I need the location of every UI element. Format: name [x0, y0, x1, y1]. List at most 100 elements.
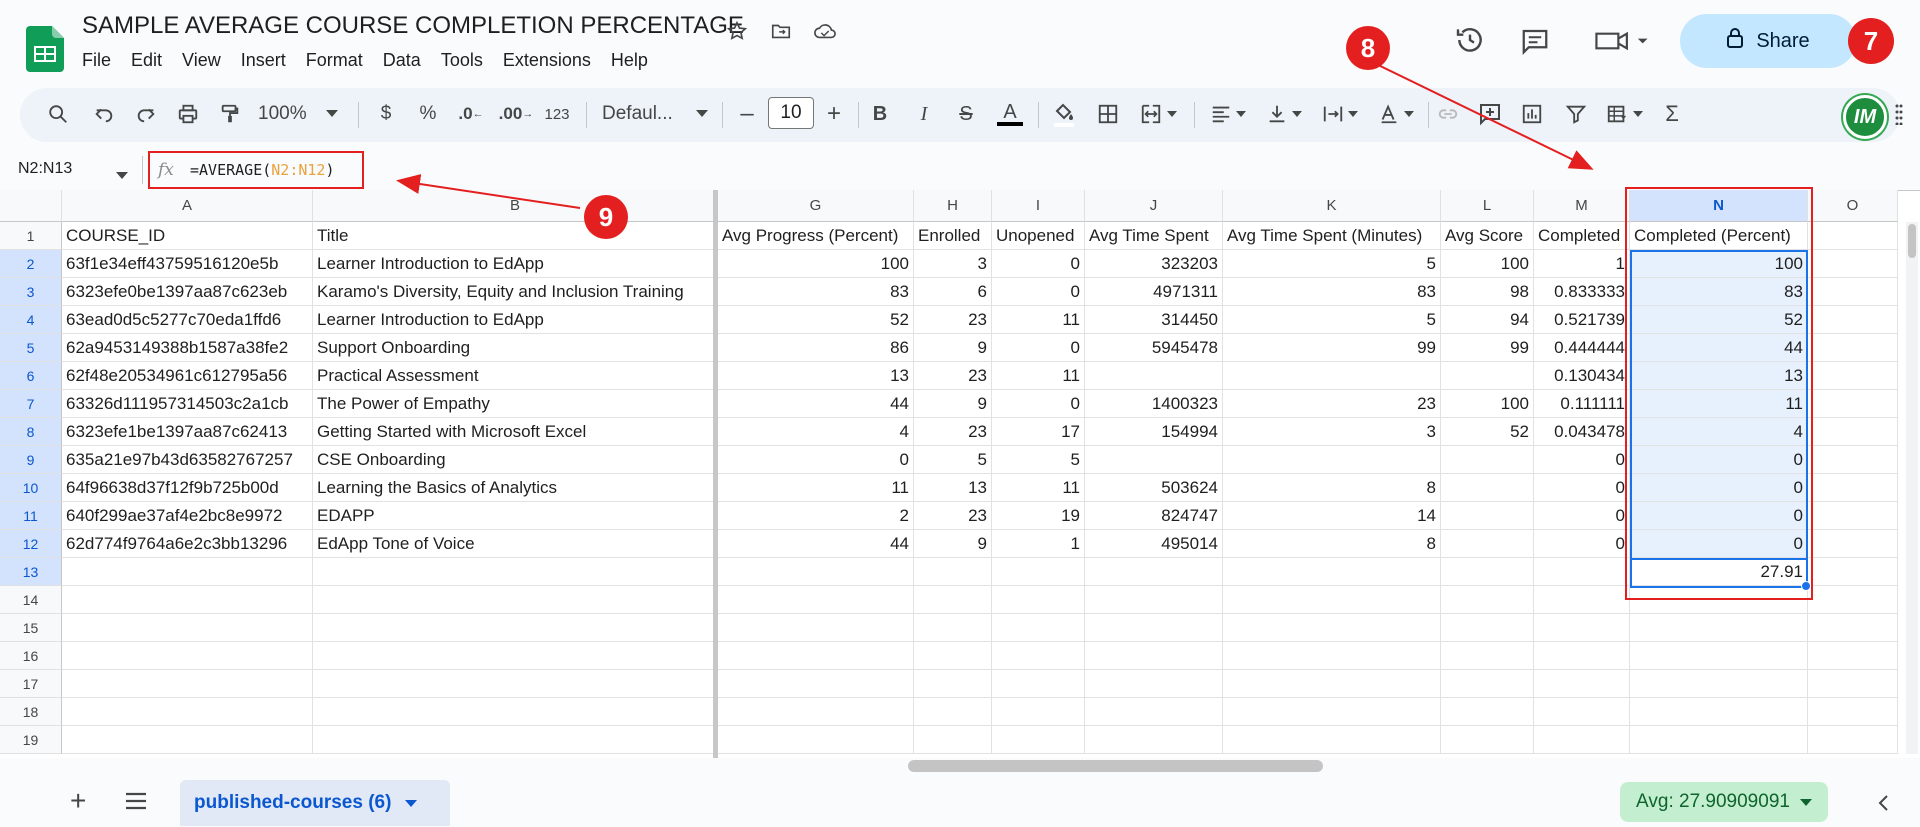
menu-data[interactable]: Data — [383, 50, 433, 71]
cell-o18[interactable] — [1808, 698, 1898, 726]
cell-n18[interactable] — [1630, 698, 1808, 726]
cell-a9[interactable]: 635a21e97b43d63582767257 — [62, 446, 313, 474]
move-folder-icon[interactable] — [766, 16, 796, 46]
cell-m6[interactable]: 0.130434 — [1534, 362, 1630, 390]
cell-j6[interactable] — [1085, 362, 1223, 390]
search-menus-icon[interactable] — [42, 96, 74, 132]
cell-l14[interactable] — [1441, 586, 1534, 614]
cell-a5[interactable]: 62a9453149388b1587a38fe2 — [62, 334, 313, 362]
text-rotation-button[interactable] — [1372, 96, 1420, 132]
cell-g7[interactable]: 44 — [718, 390, 914, 418]
cell-k14[interactable] — [1223, 586, 1441, 614]
cell-b12[interactable]: EdApp Tone of Voice — [313, 530, 718, 558]
row-header-8[interactable]: 8 — [0, 418, 62, 446]
row-header-19[interactable]: 19 — [0, 726, 62, 754]
cell-g19[interactable] — [718, 726, 914, 754]
cell-b16[interactable] — [313, 642, 718, 670]
paint-format-icon[interactable] — [214, 96, 246, 132]
cell-g8[interactable]: 4 — [718, 418, 914, 446]
italic-button[interactable]: I — [910, 96, 938, 132]
meet-video-icon[interactable] — [1594, 26, 1650, 61]
cell-n5[interactable]: 44 — [1630, 334, 1808, 362]
fill-color-icon[interactable] — [1048, 96, 1080, 132]
header-cell-a[interactable]: COURSE_ID — [62, 222, 313, 250]
menu-format[interactable]: Format — [306, 50, 375, 71]
filter-icon[interactable] — [1560, 96, 1592, 132]
cell-k9[interactable] — [1223, 446, 1441, 474]
cell-i9[interactable]: 5 — [992, 446, 1085, 474]
sheets-logo-icon[interactable] — [26, 26, 64, 72]
cell-n12[interactable]: 0 — [1630, 530, 1808, 558]
row-header-12[interactable]: 12 — [0, 530, 62, 558]
row-header-1[interactable]: 1 — [0, 222, 62, 250]
column-header-i[interactable]: I — [992, 190, 1085, 222]
undo-icon[interactable] — [88, 96, 120, 132]
cell-l5[interactable]: 99 — [1441, 334, 1534, 362]
redo-icon[interactable] — [130, 96, 162, 132]
cell-l7[interactable]: 100 — [1441, 390, 1534, 418]
cell-o4[interactable] — [1808, 306, 1898, 334]
menu-tools[interactable]: Tools — [441, 50, 495, 71]
cell-h5[interactable]: 9 — [914, 334, 992, 362]
column-header-a[interactable]: A — [62, 190, 313, 222]
cell-h14[interactable] — [914, 586, 992, 614]
header-cell-n[interactable]: Completed (Percent) — [1630, 222, 1808, 250]
row-header-9[interactable]: 9 — [0, 446, 62, 474]
cell-j7[interactable]: 1400323 — [1085, 390, 1223, 418]
cell-k10[interactable]: 8 — [1223, 474, 1441, 502]
column-header-o[interactable]: O — [1808, 190, 1898, 222]
cell-j12[interactable]: 495014 — [1085, 530, 1223, 558]
increase-font-size-button[interactable]: + — [820, 96, 848, 132]
fill-handle[interactable] — [1801, 581, 1811, 591]
cell-j14[interactable] — [1085, 586, 1223, 614]
cell-i17[interactable] — [992, 670, 1085, 698]
cell-k3[interactable]: 83 — [1223, 278, 1441, 306]
cell-h12[interactable]: 9 — [914, 530, 992, 558]
cell-j10[interactable]: 503624 — [1085, 474, 1223, 502]
cell-n6[interactable]: 13 — [1630, 362, 1808, 390]
cell-h10[interactable]: 13 — [914, 474, 992, 502]
cell-m19[interactable] — [1534, 726, 1630, 754]
frozen-column-divider[interactable] — [713, 190, 718, 758]
cell-h11[interactable]: 23 — [914, 502, 992, 530]
row-header-11[interactable]: 11 — [0, 502, 62, 530]
cell-l11[interactable] — [1441, 502, 1534, 530]
cell-o10[interactable] — [1808, 474, 1898, 502]
cell-i15[interactable] — [992, 614, 1085, 642]
cell-o8[interactable] — [1808, 418, 1898, 446]
cell-j18[interactable] — [1085, 698, 1223, 726]
cell-g17[interactable] — [718, 670, 914, 698]
cell-h4[interactable]: 23 — [914, 306, 992, 334]
cell-l8[interactable]: 52 — [1441, 418, 1534, 446]
formula-input[interactable]: =AVERAGE(N2:N12) — [190, 161, 335, 179]
header-cell-o[interactable] — [1808, 222, 1898, 250]
cell-j8[interactable]: 154994 — [1085, 418, 1223, 446]
insert-link-icon[interactable] — [1432, 96, 1464, 132]
row-header-15[interactable]: 15 — [0, 614, 62, 642]
cell-k15[interactable] — [1223, 614, 1441, 642]
menu-view[interactable]: View — [182, 50, 233, 71]
cell-l6[interactable] — [1441, 362, 1534, 390]
cell-i7[interactable]: 0 — [992, 390, 1085, 418]
cell-a19[interactable] — [62, 726, 313, 754]
header-cell-l[interactable]: Avg Score — [1441, 222, 1534, 250]
cell-l13[interactable] — [1441, 558, 1534, 586]
cell-n8[interactable]: 4 — [1630, 418, 1808, 446]
cell-g11[interactable]: 2 — [718, 502, 914, 530]
cell-m12[interactable]: 0 — [1534, 530, 1630, 558]
cell-o3[interactable] — [1808, 278, 1898, 306]
cell-k11[interactable]: 14 — [1223, 502, 1441, 530]
cell-h2[interactable]: 3 — [914, 250, 992, 278]
merge-cells-button[interactable] — [1134, 96, 1182, 132]
cell-o9[interactable] — [1808, 446, 1898, 474]
text-color-button[interactable]: A — [994, 96, 1026, 132]
cell-k6[interactable] — [1223, 362, 1441, 390]
cell-g18[interactable] — [718, 698, 914, 726]
cell-m14[interactable] — [1534, 586, 1630, 614]
vertical-scrollbar[interactable] — [1906, 222, 1918, 754]
cell-h18[interactable] — [914, 698, 992, 726]
cell-j5[interactable]: 5945478 — [1085, 334, 1223, 362]
bold-button[interactable]: B — [866, 96, 894, 132]
menu-help[interactable]: Help — [611, 50, 660, 71]
cell-a11[interactable]: 640f299ae37af4e2bc8e9972 — [62, 502, 313, 530]
